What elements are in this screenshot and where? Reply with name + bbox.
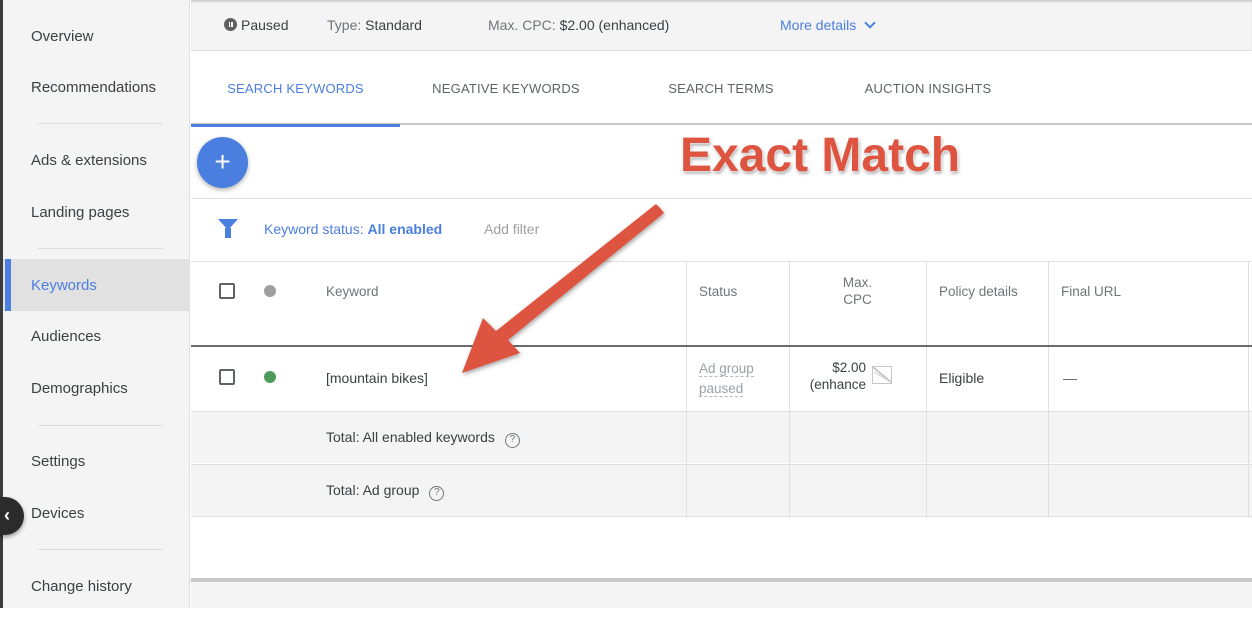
add-filter-button[interactable]: Add filter	[484, 221, 539, 237]
sidebar-nav: Overview Recommendations Ads & extension…	[3, 0, 190, 608]
header-status[interactable]: Status	[699, 284, 737, 299]
sidebar-item-label: Ads & extensions	[31, 151, 147, 169]
type-label: Type:	[327, 17, 362, 33]
keywords-table: Keyword Status Max. CPC Policy details F…	[191, 262, 1252, 578]
no-image-icon	[872, 366, 892, 384]
more-details-label: More details	[780, 17, 857, 33]
sidebar-divider	[38, 248, 163, 249]
sidebar-item-label: Overview	[31, 27, 94, 45]
filter-value: All enabled	[367, 221, 443, 237]
sidebar-item-demographics[interactable]: Demographics	[3, 363, 190, 413]
tab-negative-keywords[interactable]: NEGATIVE KEYWORDS	[411, 52, 601, 125]
header-keyword[interactable]: Keyword	[326, 284, 379, 299]
sidebar-item-keywords[interactable]: Keywords	[3, 259, 190, 311]
tab-label: NEGATIVE KEYWORDS	[432, 81, 580, 96]
sidebar-divider	[38, 425, 163, 426]
sidebar-item-devices[interactable]: Devices	[3, 488, 190, 538]
sidebar-item-ads-extensions[interactable]: Ads & extensions	[3, 135, 190, 185]
sidebar-item-landing-pages[interactable]: Landing pages	[3, 187, 190, 237]
sidebar-divider	[38, 123, 163, 124]
tab-label: SEARCH KEYWORDS	[227, 81, 364, 96]
header-final-url[interactable]: Final URL	[1061, 284, 1121, 299]
filter-label: Keyword status:	[264, 221, 364, 237]
column-divider	[1248, 411, 1249, 518]
status-dot-header-icon	[264, 285, 276, 297]
sidebar-item-settings[interactable]: Settings	[3, 436, 190, 486]
app-root: Overview Recommendations Ads & extension…	[0, 0, 1252, 620]
sidebar-item-label: Recommendations	[31, 78, 157, 96]
sidebar-item-label: Landing pages	[31, 203, 130, 221]
sidebar-item-label: Keywords	[31, 276, 97, 294]
tab-search-terms[interactable]: SEARCH TERMS	[646, 52, 796, 125]
policy-details-cell: Eligible	[939, 370, 985, 386]
total-label-text: Total: Ad group	[326, 482, 420, 498]
max-cpc-cell[interactable]: $2.00 (enhance	[789, 359, 866, 393]
total-label: Total: Ad group?	[326, 482, 445, 501]
column-divider	[1048, 411, 1049, 518]
sidebar-item-label: Settings	[31, 452, 86, 470]
sidebar-item-label: Change history	[31, 577, 132, 595]
status-line2: paused	[699, 381, 744, 397]
sidebar-item-recommendations[interactable]: Recommendations	[3, 62, 190, 112]
divider	[191, 198, 1252, 199]
sidebar-item-change-history[interactable]: Change history	[3, 561, 190, 611]
sidebar-item-overview[interactable]: Overview	[3, 11, 190, 61]
keyword-tabs: SEARCH KEYWORDS NEGATIVE KEYWORDS SEARCH…	[191, 52, 1252, 127]
annotation-title: Exact Match	[680, 129, 961, 182]
sidebar-item-label: Audiences	[31, 327, 102, 345]
total-label-text: Total: All enabled keywords	[326, 429, 495, 445]
keyword-cell[interactable]: [mountain bikes]	[326, 370, 428, 386]
filter-icon[interactable]	[218, 219, 238, 238]
sidebar-item-label: Demographics	[31, 379, 128, 397]
enabled-status-dot-icon	[264, 371, 276, 383]
total-label: Total: All enabled keywords?	[326, 429, 520, 448]
column-divider	[686, 411, 687, 518]
page-background	[191, 582, 1252, 608]
header-divider	[191, 345, 1252, 347]
header-policy-details[interactable]: Policy details	[939, 284, 1018, 299]
max-cpc-line2: (enhance	[809, 377, 866, 392]
select-all-checkbox[interactable]	[219, 283, 235, 299]
status-indicator: Paused	[224, 17, 288, 33]
status-line1: Ad group	[699, 361, 754, 377]
type-info: Type: Standard	[327, 17, 422, 33]
chevron-down-icon	[864, 17, 876, 29]
total-row-ad-group: Total: Ad group?	[191, 464, 1252, 517]
more-details-link[interactable]: More details	[780, 17, 876, 33]
total-row-all-enabled: Total: All enabled keywords?	[191, 411, 1252, 463]
row-checkbox[interactable]	[219, 369, 235, 385]
add-keyword-button[interactable]: +	[197, 137, 248, 188]
header-max-cpc[interactable]: Max. CPC	[789, 274, 926, 308]
plus-icon: +	[214, 146, 231, 177]
max-cpc-label: Max. CPC:	[488, 17, 556, 33]
max-cpc-value: $2.00 (enhanced)	[559, 17, 670, 33]
tab-label: SEARCH TERMS	[668, 81, 774, 96]
chevron-left-icon: ‹	[4, 505, 10, 525]
ad-group-info-bar: Paused Type: Standard Max. CPC: $2.00 (e…	[191, 0, 1252, 51]
status-text: Paused	[241, 17, 289, 33]
max-cpc-line1: $2.00	[832, 360, 866, 375]
max-cpc-info: Max. CPC: $2.00 (enhanced)	[488, 17, 669, 33]
column-divider	[789, 411, 790, 518]
help-icon[interactable]: ?	[504, 433, 520, 448]
sidebar-divider	[38, 549, 163, 550]
final-url-cell: —	[1063, 370, 1077, 386]
tab-search-keywords[interactable]: SEARCH KEYWORDS	[191, 52, 400, 127]
status-cell[interactable]: Ad group paused	[699, 359, 754, 399]
header-max-cpc-line1: Max.	[842, 275, 873, 290]
pause-circle-icon	[224, 18, 237, 31]
keyword-status-filter[interactable]: Keyword status: All enabled	[264, 221, 442, 237]
sidebar-item-label: Devices	[31, 504, 85, 522]
type-value: Standard	[365, 17, 422, 33]
header-max-cpc-line2: CPC	[843, 292, 872, 307]
help-icon[interactable]: ?	[429, 486, 445, 501]
tab-label: AUCTION INSIGHTS	[864, 81, 992, 96]
tab-auction-insights[interactable]: AUCTION INSIGHTS	[843, 52, 1013, 125]
column-divider	[926, 411, 927, 518]
sidebar-item-audiences[interactable]: Audiences	[3, 311, 190, 361]
